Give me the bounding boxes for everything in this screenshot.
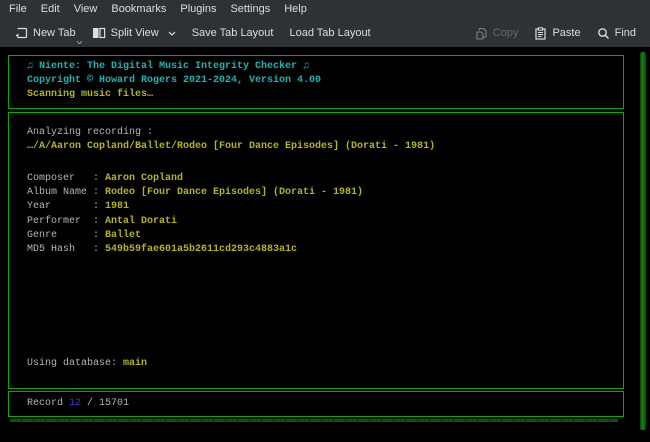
analyzing-label: Analyzing recording :: [27, 126, 435, 140]
toolbar-left-group: New Tab Split View Save Tab Layout: [6, 21, 379, 45]
field-label: MD5 Hash: [27, 243, 93, 257]
bottom-rule: [10, 419, 618, 422]
find-label: Find: [615, 27, 636, 39]
menu-bookmarks[interactable]: Bookmarks: [104, 0, 173, 19]
analyzing-block: Analyzing recording : …/A/Aaron Copland/…: [27, 126, 435, 154]
window-chrome: File Edit View Bookmarks Plugins Setting…: [0, 0, 650, 47]
record-counter: Record 12 / 15701: [27, 397, 623, 411]
save-tab-layout-button[interactable]: Save Tab Layout: [184, 21, 282, 45]
save-tab-layout-label: Save Tab Layout: [192, 27, 274, 39]
record-panel: Record 12 / 15701: [8, 391, 624, 417]
field-row-genre: Genre : Ballet: [27, 229, 363, 243]
load-tab-layout-button[interactable]: Load Tab Layout: [281, 21, 378, 45]
menu-plugins[interactable]: Plugins: [173, 0, 223, 19]
field-label: Genre: [27, 229, 93, 243]
field-separator: :: [93, 229, 105, 243]
field-value: 1981: [105, 200, 129, 214]
field-value: Ballet: [105, 229, 141, 243]
recording-path: …/A/Aaron Copland/Ballet/Rodeo [Four Dan…: [27, 140, 435, 154]
copy-button[interactable]: Copy: [467, 21, 527, 45]
field-label: Album Name: [27, 186, 93, 200]
field-row-performer: Performer : Antal Dorati: [27, 215, 363, 229]
split-view-icon: [92, 26, 106, 40]
new-tab-dropdown-caret: [77, 41, 82, 44]
field-separator: :: [93, 200, 105, 214]
new-tab-button[interactable]: New Tab: [6, 21, 84, 45]
field-separator: :: [93, 243, 105, 257]
field-value: Aaron Copland: [105, 172, 183, 186]
field-row-md5-hash: MD5 Hash : 549b59fae601a5b2611cd293c4883…: [27, 243, 363, 257]
app-header-panel: ♫ Niente: The Digital Music Integrity Ch…: [8, 55, 624, 109]
toolbar: New Tab Split View Save Tab Layout: [0, 19, 650, 47]
chevron-down-icon: [168, 31, 176, 36]
terminal-screen[interactable]: ♫ Niente: The Digital Music Integrity Ch…: [0, 47, 650, 442]
record-label: Record: [27, 397, 63, 411]
scan-status: Scanning music files…: [27, 88, 623, 102]
menu-edit[interactable]: Edit: [34, 0, 67, 19]
terminal-scrollbar[interactable]: [640, 52, 646, 430]
field-label: Performer: [27, 215, 93, 229]
copy-label: Copy: [493, 27, 519, 39]
field-separator: :: [93, 172, 105, 186]
field-value: Antal Dorati: [105, 215, 177, 229]
copy-icon: [475, 27, 488, 40]
menu-view[interactable]: View: [67, 0, 105, 19]
field-row-album-name: Album Name : Rodeo [Four Dance Episodes]…: [27, 186, 363, 200]
field-value: 549b59fae601a5b2611cd293c4883a1c: [105, 243, 297, 257]
field-label: Composer: [27, 172, 93, 186]
split-view-button[interactable]: Split View: [84, 21, 184, 45]
new-tab-label: New Tab: [33, 27, 76, 39]
paste-button[interactable]: Paste: [526, 21, 588, 45]
record-current: 12: [69, 397, 81, 411]
field-separator: :: [93, 215, 105, 229]
field-separator: :: [93, 186, 105, 200]
new-tab-icon: [14, 26, 28, 40]
menu-file[interactable]: File: [2, 0, 34, 19]
find-icon: [597, 27, 610, 40]
paste-label: Paste: [552, 27, 580, 39]
find-button[interactable]: Find: [589, 21, 644, 45]
field-value: Rodeo [Four Dance Episodes] (Dorati - 19…: [105, 186, 363, 200]
load-tab-layout-label: Load Tab Layout: [289, 27, 370, 39]
field-label: Year: [27, 200, 93, 214]
database-value: main: [123, 357, 147, 371]
field-row-year: Year : 1981: [27, 200, 363, 214]
metadata-fields: Composer : Aaron Copland Album Name : Ro…: [27, 172, 363, 257]
field-row-composer: Composer : Aaron Copland: [27, 172, 363, 186]
analysis-panel: Analyzing recording : …/A/Aaron Copland/…: [8, 112, 624, 389]
menu-bar: File Edit View Bookmarks Plugins Setting…: [0, 0, 650, 19]
menu-help[interactable]: Help: [277, 0, 314, 19]
app-title: ♫ Niente: The Digital Music Integrity Ch…: [27, 60, 623, 74]
database-label: Using database:: [27, 357, 117, 371]
record-separator: /: [87, 397, 93, 411]
paste-icon: [534, 27, 547, 40]
toolbar-right-group: Copy Paste Find: [467, 21, 644, 45]
record-total: 15701: [99, 397, 129, 411]
database-line: Using database: main: [27, 357, 147, 371]
menu-settings[interactable]: Settings: [223, 0, 277, 19]
split-view-label: Split View: [111, 27, 159, 39]
app-copyright: Copyright © Howard Rogers 2021-2024, Ver…: [27, 74, 623, 88]
